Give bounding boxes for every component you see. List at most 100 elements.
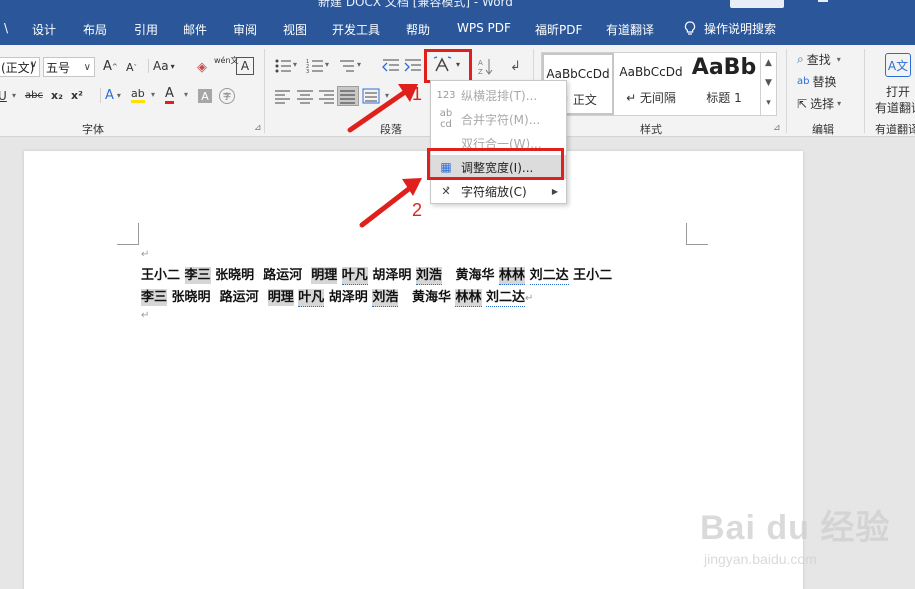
font-size-combo[interactable]: 五号 ∨ bbox=[43, 57, 95, 77]
paragraph-mark: ↵ bbox=[141, 310, 150, 321]
replace-button[interactable]: ab 替换 bbox=[797, 73, 837, 90]
name-item: 胡泽明 bbox=[372, 268, 412, 283]
subscript-button[interactable]: x₂ bbox=[51, 89, 63, 102]
name-item: 李三 bbox=[184, 267, 211, 284]
translate-icon[interactable]: A文 bbox=[885, 53, 911, 77]
style-heading-1-name: 标题 1 bbox=[706, 91, 742, 105]
styles-scroll[interactable]: ▲ ▼ ▾ bbox=[760, 53, 776, 115]
group-separator bbox=[786, 49, 787, 133]
bullets-dropdown-icon[interactable]: ▾ bbox=[293, 60, 297, 69]
increase-indent-icon[interactable] bbox=[403, 57, 423, 77]
style-no-spacing[interactable]: AaBbCcDd ↵ 无间隔 bbox=[615, 53, 687, 115]
tell-me-label: 操作说明搜索 bbox=[704, 22, 777, 36]
char-shading-label: A bbox=[201, 89, 209, 103]
highlight-dropdown-icon[interactable]: ▾ bbox=[151, 90, 155, 99]
grow-font-button[interactable]: A ^ bbox=[103, 59, 118, 74]
menu-item-vertical-text[interactable]: 123 纵横混排(T)... bbox=[431, 83, 566, 107]
name-item: 刘二达 bbox=[529, 267, 569, 285]
menu-item-label: 字符缩放(C) bbox=[461, 184, 527, 199]
style-no-spacing-preview: AaBbCcDd bbox=[619, 65, 683, 79]
shrink-font-button[interactable]: Aˇ bbox=[126, 61, 137, 74]
svg-text:A: A bbox=[478, 59, 483, 67]
numbering-dropdown-icon[interactable]: ▾ bbox=[325, 60, 329, 69]
font-color-label: A bbox=[165, 86, 174, 101]
change-case-button[interactable]: Aa ▾ bbox=[148, 59, 175, 73]
find-label: 查找 bbox=[806, 53, 831, 67]
tab-help[interactable]: 帮助 bbox=[406, 21, 430, 38]
tab-youdao[interactable]: 有道翻译 bbox=[606, 21, 654, 38]
font-name-dropdown-icon[interactable]: ∨ bbox=[30, 59, 37, 70]
align-left-icon[interactable] bbox=[274, 88, 294, 108]
underline-button[interactable]: U bbox=[0, 89, 7, 103]
asian-layout-icon[interactable] bbox=[433, 56, 453, 76]
multilevel-dropdown-icon[interactable]: ▾ bbox=[357, 60, 361, 69]
find-button[interactable]: ⌕ 查找 ▾ bbox=[797, 51, 841, 68]
asian-layout-dropdown-icon[interactable]: ▾ bbox=[456, 60, 460, 69]
font-color-dropdown-icon[interactable]: ▾ bbox=[184, 90, 188, 99]
annotation-arrows bbox=[347, 84, 422, 228]
document-text-line-2: 李三 张晓明 路运河 明理 叶凡 胡泽明 刘浩 黄海华 林林 刘二达↵ bbox=[141, 288, 533, 309]
style-no-spacing-name: ↵ 无间隔 bbox=[626, 91, 676, 105]
tab-references[interactable]: 引用 bbox=[134, 21, 158, 38]
scroll-up-icon[interactable]: ▲ bbox=[761, 53, 776, 73]
name-item: 林林 bbox=[499, 267, 526, 285]
annotation-box-2 bbox=[427, 148, 564, 180]
show-marks-icon[interactable]: ↲ bbox=[510, 59, 521, 74]
tab-layout[interactable]: 布局 bbox=[83, 21, 107, 38]
tab-home-partial[interactable]: \ bbox=[4, 21, 8, 35]
tab-wps-pdf[interactable]: WPS PDF bbox=[457, 21, 511, 35]
text-effects-label: A bbox=[105, 88, 114, 103]
tab-view[interactable]: 视图 bbox=[283, 21, 307, 38]
login-button[interactable] bbox=[730, 0, 784, 8]
superscript-button[interactable]: x² bbox=[71, 89, 83, 102]
tab-mailings[interactable]: 邮件 bbox=[183, 21, 207, 38]
superscript-label: x² bbox=[71, 89, 83, 102]
name-item: 刘浩 bbox=[372, 289, 399, 307]
menu-item-combine-chars[interactable]: ab cd 合并字符(M)... bbox=[431, 107, 566, 131]
multilevel-list-icon[interactable] bbox=[338, 57, 358, 77]
tab-foxit-pdf[interactable]: 福昕PDF bbox=[535, 21, 582, 38]
name-item: 叶凡 bbox=[341, 267, 368, 285]
name-item: 张晓明 bbox=[215, 268, 255, 283]
text-effects-button[interactable]: A ▾ bbox=[100, 88, 121, 103]
style-heading-1[interactable]: AaBb 标题 1 bbox=[688, 53, 760, 115]
char-shading-button[interactable]: A bbox=[198, 89, 212, 103]
enclose-chars-button[interactable]: 字 bbox=[219, 88, 235, 104]
editing-group-label: 编辑 bbox=[812, 123, 834, 136]
tab-review[interactable]: 审阅 bbox=[233, 21, 257, 38]
name-item: 张晓明 bbox=[171, 290, 211, 305]
name-item: 叶凡 bbox=[298, 289, 325, 307]
phonetic-guide-button[interactable]: wén文 bbox=[214, 56, 239, 65]
menu-tabs: \ 设计 布局 引用 邮件 审阅 视图 开发工具 帮助 WPS PDF 福昕PD… bbox=[0, 12, 915, 45]
tell-me-search[interactable]: 操作说明搜索 bbox=[684, 20, 776, 37]
underline-dropdown-icon[interactable]: ▾ bbox=[12, 91, 16, 100]
watermark-url: jingyan.baidu.com bbox=[704, 551, 817, 567]
svg-text:3: 3 bbox=[306, 69, 309, 75]
name-item: 刘浩 bbox=[415, 267, 442, 285]
annotation-number-2: 2 bbox=[412, 200, 423, 220]
tab-developer[interactable]: 开发工具 bbox=[332, 21, 380, 38]
numbering-icon[interactable]: 123 bbox=[306, 57, 326, 77]
strikethrough-button[interactable]: abc bbox=[25, 90, 43, 101]
select-button[interactable]: ⇱ 选择 ▾ bbox=[797, 95, 841, 112]
more-styles-icon[interactable]: ▾ bbox=[761, 93, 776, 113]
replace-icon: ab bbox=[797, 76, 810, 87]
font-dialog-launcher-icon[interactable]: ⊿ bbox=[254, 123, 262, 133]
menu-item-char-scale[interactable]: ✕̂ 字符缩放(C) ▶ bbox=[431, 179, 566, 203]
bullets-icon[interactable] bbox=[274, 57, 294, 77]
clear-format-icon[interactable]: ◈ bbox=[192, 57, 212, 77]
styles-dialog-launcher-icon[interactable]: ⊿ bbox=[773, 123, 781, 133]
align-center-icon[interactable] bbox=[296, 88, 316, 108]
translate-line2[interactable]: 有道翻译 bbox=[875, 99, 915, 116]
align-right-icon[interactable] bbox=[317, 88, 337, 108]
translate-line1[interactable]: 打开 bbox=[886, 83, 910, 100]
tab-design[interactable]: 设计 bbox=[32, 21, 56, 38]
decrease-indent-icon[interactable] bbox=[381, 57, 401, 77]
minimize-button[interactable] bbox=[818, 0, 828, 2]
sort-icon[interactable]: AZ bbox=[477, 57, 497, 77]
highlight-color-button[interactable]: ab bbox=[131, 88, 145, 103]
font-color-button[interactable]: A bbox=[165, 87, 174, 104]
scroll-down-icon[interactable]: ▼ bbox=[761, 73, 776, 93]
shrink-font-label: A bbox=[126, 61, 134, 74]
char-border-button[interactable]: A bbox=[236, 57, 254, 75]
